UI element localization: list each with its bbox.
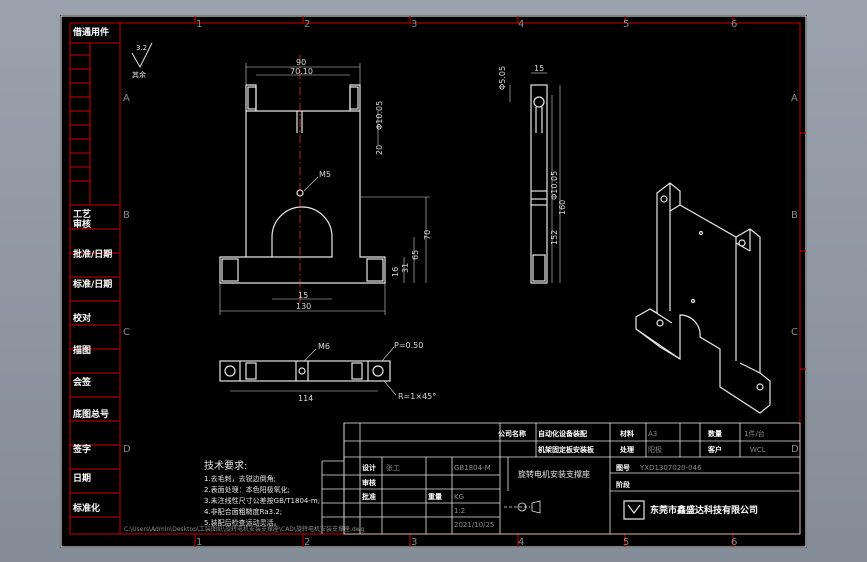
strip-cell-0: 工艺 (73, 208, 91, 220)
tb-drawing-no-label: 图号 (616, 463, 630, 472)
tb-weight-label: 重量 (428, 492, 442, 501)
company-logo-icon (623, 500, 645, 520)
row-label-c: C (123, 327, 130, 338)
plan-dimension-lines (230, 346, 397, 396)
col-label-4-bottom: 4 (518, 537, 524, 548)
row-label-a: A (123, 93, 130, 104)
tb-company: 东莞市鑫盛达科技有限公司 (650, 504, 758, 516)
side-view (530, 84, 548, 284)
drawing-sheet[interactable]: 1 2 3 4 5 6 1 2 3 4 5 6 A B C D A B C D (60, 15, 807, 548)
tb-material-label: 材料 (619, 429, 634, 438)
row-label-b-right: B (791, 210, 798, 221)
strip-cell-8: 签字 (72, 443, 91, 455)
tech-line-4: 4.非配合面粗糙度Ra3.2; (204, 507, 282, 516)
col-label-5-bottom: 5 (623, 537, 629, 548)
dim-front-h20: 20 (375, 145, 384, 155)
dim-front-h70: 70 (423, 230, 432, 240)
dim-side-h152: 152 (550, 230, 559, 245)
tb-customer: WCL (750, 446, 766, 454)
col-label-5: 5 (623, 19, 629, 30)
strip-cell-5: 描图 (73, 344, 91, 356)
tb-project: 自动化设备装配 (538, 429, 587, 438)
row-label-b: B (123, 210, 130, 221)
row-label-c-right: C (791, 327, 798, 338)
tb-standard: GB1804-M (454, 464, 491, 472)
strip-cell-7: 底图总号 (73, 408, 109, 420)
tb-scale: 1:2 (454, 507, 465, 515)
dim-front-top-inner: 70.10 (290, 67, 313, 76)
row-label-d-right: D (791, 444, 799, 455)
tb-quantity-label: 数量 (708, 429, 722, 438)
tb-drawing-name: 旋转电机安装支撑座 (518, 469, 590, 479)
column-ticks (194, 16, 806, 547)
tb-designer: 张工 (386, 463, 400, 472)
dim-plan-length: 114 (298, 394, 313, 403)
strip-cell-3: 标准/日期 (72, 278, 112, 290)
strip-top-label: 借通用件 (72, 26, 109, 38)
plan-view (219, 360, 391, 382)
tb-format: A3 (648, 430, 657, 438)
strip-cell-1: 审核 (73, 218, 91, 230)
tb-treatment: 阳极 (648, 445, 662, 454)
strip-cell-4: 校对 (73, 312, 91, 324)
dim-front-h65: 65 (411, 250, 420, 260)
tech-line-1: 1.去毛刺，去锐边倒角; (204, 474, 276, 483)
roughness-value: 3.2 (136, 44, 147, 52)
tech-line-2: 2.表面处理：本色阳极氧化; (204, 485, 290, 494)
tech-requirements: 技术要求: 1.去毛刺，去锐边倒角; 2.表面处理：本色阳极氧化; 3.未注线性… (204, 459, 320, 527)
strip-cell-9: 日期 (73, 472, 91, 484)
tb-weight-unit: KG (454, 493, 464, 501)
dim-plan-chamfer2: R=1×45° (398, 392, 436, 401)
tb-customer-label: 客户 (707, 445, 722, 454)
dim-side-h160: 160 (558, 200, 567, 215)
dim-plan-m6: M6 (318, 342, 330, 351)
tb-date: 2021/10/25 (454, 521, 494, 529)
tb-stage-label: 阶段 (616, 480, 630, 489)
tb-approver-label: 批准 (362, 492, 376, 501)
strip-cell-10: 标准化 (72, 502, 100, 514)
tb-designer-label: 设计 (362, 463, 376, 472)
projection-symbol-icon (504, 500, 541, 514)
col-label-2: 2 (304, 19, 310, 30)
col-label-3-bottom: 3 (411, 537, 417, 548)
tech-line-3: 3.未注线性尺寸公差按GB/T1804-m; (204, 496, 320, 505)
dim-front-h16: 16 (391, 267, 400, 277)
dim-front-m5: M5 (319, 170, 331, 179)
tb-treatment-label: 处理 (619, 445, 634, 454)
dim-side-top: 15 (534, 64, 544, 73)
dim-side-dia10: Φ10.05 (550, 171, 559, 200)
col-label-3: 3 (411, 19, 417, 30)
tb-drawing-no: YXD1307020-046 (639, 464, 702, 472)
isometric-view (635, 182, 771, 414)
col-label-4: 4 (518, 19, 524, 30)
col-label-1: 1 (196, 19, 202, 30)
strip-cell-2: 批准/日期 (73, 248, 112, 260)
tb-part-name: 机架固定板安装板 (538, 445, 595, 454)
dim-side-dia: Φ5.05 (498, 66, 507, 90)
tb-checker-label: 审核 (362, 478, 376, 487)
tb-quantity: 1件/台 (744, 429, 765, 438)
dim-plan-chamfer1: P=0.50 (394, 341, 423, 350)
dim-front-hole-mid: 15 (298, 291, 308, 300)
dim-front-dia: Φ10.05 (375, 101, 384, 130)
row-label-d: D (123, 444, 131, 455)
cad-drawing[interactable]: 1 2 3 4 5 6 1 2 3 4 5 6 A B C D A B C D (60, 15, 807, 548)
tech-title: 技术要求: (204, 459, 247, 472)
dim-front-top-outer: 90 (296, 58, 306, 67)
dim-front-h31: 31 (401, 263, 410, 273)
row-label-a-right: A (791, 93, 798, 104)
roughness-label: 其余 (132, 70, 146, 79)
front-view (219, 84, 386, 284)
col-label-1-bottom: 1 (196, 537, 202, 548)
col-label-6-bottom: 6 (731, 537, 737, 548)
dim-front-width: 130 (296, 302, 311, 311)
col-label-2-bottom: 2 (304, 537, 310, 548)
strip-cell-6: 会签 (73, 376, 92, 388)
col-label-6: 6 (731, 19, 737, 30)
tb-project-label: 公司名称 (498, 429, 526, 438)
file-path: C:\Users\Admin\Desktop\工装图纸\旋转电机安装支撑座\CA… (124, 525, 365, 533)
roughness-symbol: 3.2 其余 (131, 42, 153, 79)
